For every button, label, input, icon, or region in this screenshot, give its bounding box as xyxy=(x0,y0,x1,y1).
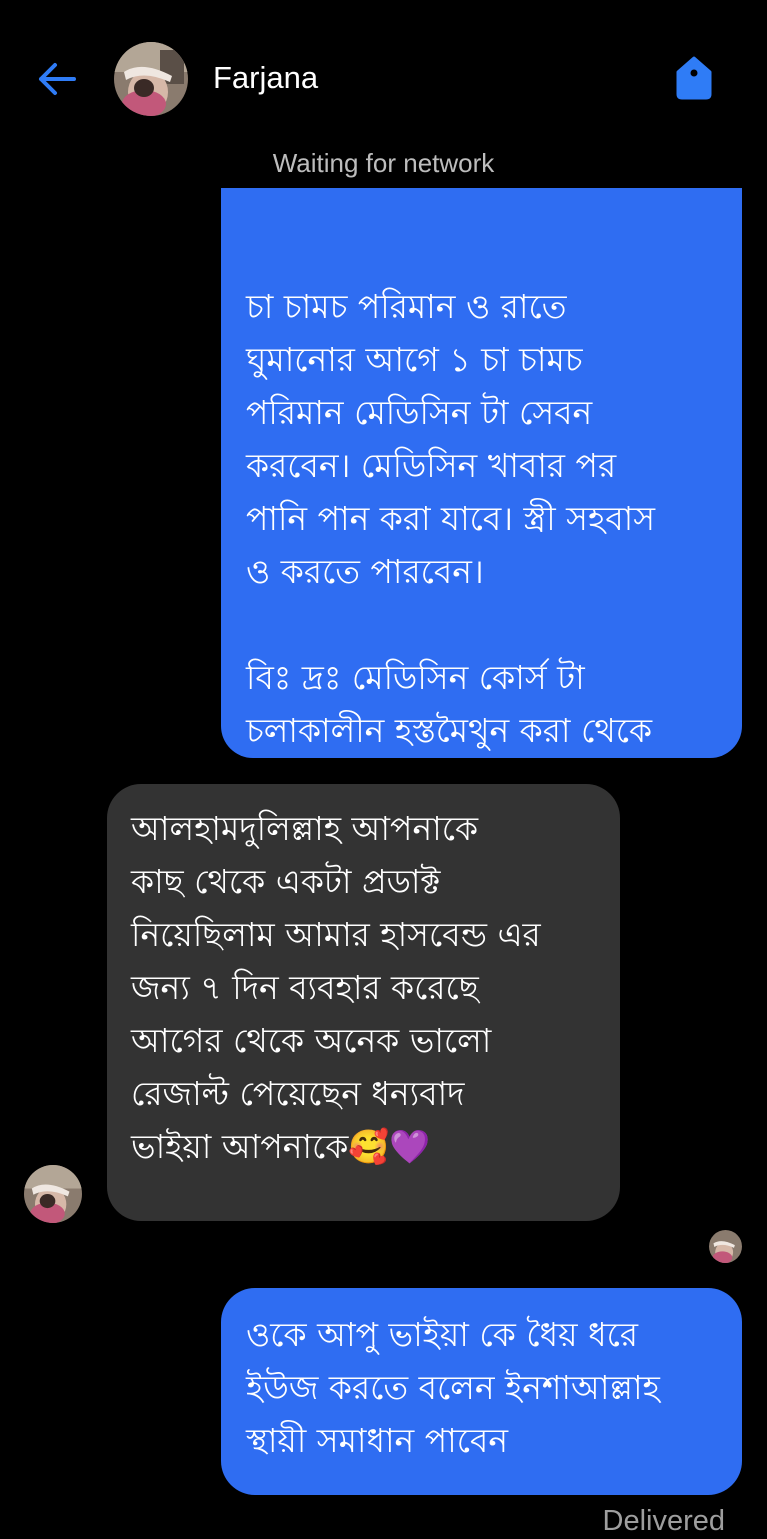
contact-name[interactable]: Farjana xyxy=(213,58,318,98)
network-status: Waiting for network xyxy=(272,148,495,178)
incoming-message[interactable]: আলহামদুলিল্লাহ আপনাকে কাছ থেকে একটা প্রড… xyxy=(107,784,620,1221)
contact-avatar[interactable] xyxy=(114,42,188,116)
outgoing-message[interactable]: ওকে আপু ভাইয়া কে ধৈয় ধরে ইউজ করতে বলেন… xyxy=(221,1288,742,1495)
sender-avatar[interactable] xyxy=(24,1165,82,1223)
chat-header: Farjana Waiting for network xyxy=(0,0,767,178)
message-text: চা চামচ পরিমান ও রাতে ঘুমানোর আগে ১ চা চ… xyxy=(246,287,656,750)
back-button[interactable] xyxy=(34,56,80,102)
delivery-status: Delivered xyxy=(602,1505,726,1537)
arrow-left-icon xyxy=(39,63,76,95)
seen-indicator-avatar xyxy=(709,1230,742,1263)
outgoing-message[interactable]: চা চামচ পরিমান ও রাতে ঘুমানোর আগে ১ চা চ… xyxy=(221,188,742,758)
tag-icon xyxy=(676,56,712,100)
message-list[interactable]: চা চামচ পরিমান ও রাতে ঘুমানোর আগে ১ চা চ… xyxy=(0,188,767,1539)
tag-button[interactable] xyxy=(672,54,716,102)
